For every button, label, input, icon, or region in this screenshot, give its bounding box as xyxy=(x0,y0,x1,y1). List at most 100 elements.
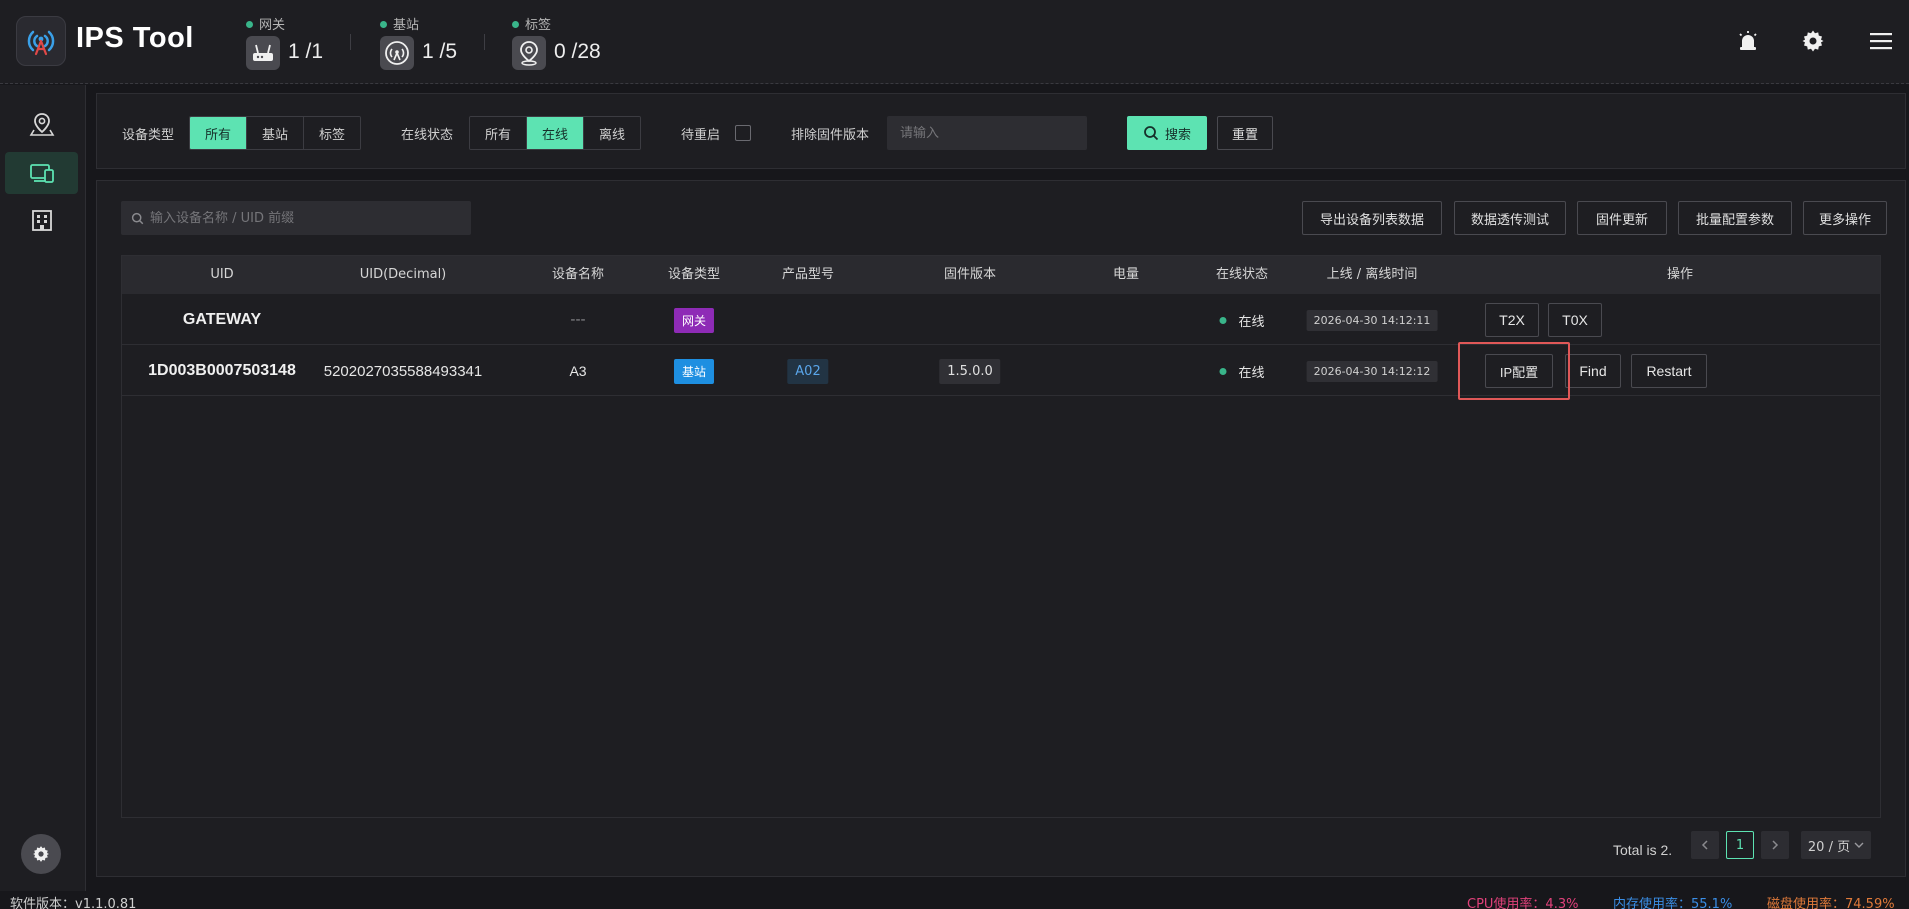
memory-usage: 内存使用率：55.1% xyxy=(1613,897,1733,909)
col-product-model[interactable]: 产品型号 xyxy=(782,256,834,294)
col-uid-decimal[interactable]: UID(Decimal) xyxy=(360,256,447,294)
data-passthrough-test-button[interactable]: 数据透传测试 xyxy=(1454,201,1566,235)
antenna-logo-icon xyxy=(27,30,55,56)
reset-button[interactable]: 重置 xyxy=(1217,116,1273,150)
col-uid[interactable]: UID xyxy=(210,256,233,294)
stat-gateway-value: 1 /1 xyxy=(288,40,324,63)
app-header: IPS Tool 网关 1 /1 基站 1 /5 标签 0 /28 xyxy=(0,0,1909,84)
cell-uid: 1D003B0007503148 xyxy=(148,362,296,379)
product-model-badge: A02 xyxy=(787,358,829,384)
col-battery[interactable]: 电量 xyxy=(1113,256,1139,294)
col-online-status[interactable]: 在线状态 xyxy=(1216,256,1268,294)
pending-restart-label: 待重启 xyxy=(681,128,721,143)
chevron-down-icon xyxy=(1854,842,1864,848)
software-version: 软件版本：v1.1.0.81 xyxy=(10,897,137,909)
device-type-badge: 基站 xyxy=(673,358,715,384)
chevron-right-icon xyxy=(1772,840,1779,850)
pagination-total: Total is 2. xyxy=(1613,842,1673,858)
page-size-select[interactable]: 20 / 页 xyxy=(1801,831,1871,859)
table-row: GATEWAY --- 网关 在线 2026-04-30 14:12:11 T2… xyxy=(122,295,1880,345)
device-type-label: 设备类型 xyxy=(122,128,175,143)
sidebar-item-map[interactable] xyxy=(5,103,78,145)
t2x-button[interactable]: T2X xyxy=(1485,303,1539,337)
device-type-selector: 所有 基站 标签 xyxy=(189,116,362,150)
sidebar-item-devices[interactable] xyxy=(5,152,78,194)
cell-device-name: --- xyxy=(570,312,586,328)
cell-device-type: 网关 xyxy=(673,295,715,345)
divider xyxy=(350,34,351,50)
more-actions-button[interactable]: 更多操作 xyxy=(1803,201,1887,235)
pending-restart-checkbox[interactable] xyxy=(735,125,751,141)
online-status-offline[interactable]: 离线 xyxy=(584,117,641,149)
search-icon xyxy=(131,212,144,224)
col-firmware-version[interactable]: 固件版本 xyxy=(944,256,996,294)
cell-device-type: 基站 xyxy=(673,346,715,396)
online-status-online[interactable]: 在线 xyxy=(527,117,585,149)
time-badge: 2026-04-30 14:12:11 xyxy=(1306,309,1438,331)
chevron-left-icon xyxy=(1701,840,1708,850)
col-device-name[interactable]: 设备名称 xyxy=(552,256,604,294)
cell-product-model: A02 xyxy=(787,346,829,396)
sidebar xyxy=(0,85,86,891)
cell-uid: GATEWAY xyxy=(182,311,262,328)
hamburger-menu-icon[interactable] xyxy=(1866,26,1896,56)
col-actions: 操作 xyxy=(1666,267,1694,282)
device-table: UID UID(Decimal) 设备名称 设备类型 产品型号 固件版本 电量 … xyxy=(121,255,1881,818)
cell-device-name: A3 xyxy=(569,363,587,379)
gear-icon xyxy=(33,846,49,862)
page-size-value: 20 / 页 xyxy=(1807,839,1851,855)
stat-tag-value: 0 /28 xyxy=(554,40,601,63)
device-type-station[interactable]: 基站 xyxy=(247,117,305,149)
search-icon xyxy=(1144,126,1159,141)
status-dot xyxy=(1219,367,1227,375)
online-status-all[interactable]: 所有 xyxy=(470,117,528,149)
status-text: 在线 xyxy=(1238,365,1265,381)
device-search xyxy=(121,201,471,235)
search-button-label: 搜索 xyxy=(1164,127,1191,143)
status-text: 在线 xyxy=(1238,314,1265,330)
device-list-panel: 导出设备列表数据 数据透传测试 固件更新 批量配置参数 更多操作 UID UID… xyxy=(96,180,1906,877)
firmware-update-button[interactable]: 固件更新 xyxy=(1577,201,1667,235)
find-button[interactable]: Find xyxy=(1565,354,1621,388)
status-bar: 软件版本：v1.1.0.81 CPU使用率：4.3% 内存使用率：55.1% 磁… xyxy=(0,891,1909,909)
alarm-light-icon[interactable] xyxy=(1733,26,1763,56)
exclude-firmware-label: 排除固件版本 xyxy=(791,128,870,143)
cell-time: 2026-04-30 14:12:11 xyxy=(1306,295,1438,345)
table-row: 1D003B0007503148 5202027035588493341 A3 … xyxy=(122,342,1880,400)
search-button[interactable]: 搜索 xyxy=(1127,116,1207,150)
gear-icon[interactable] xyxy=(1798,26,1828,56)
restart-button[interactable]: Restart xyxy=(1631,354,1707,388)
status-dot xyxy=(1219,316,1227,324)
batch-config-button[interactable]: 批量配置参数 xyxy=(1678,201,1792,235)
device-type-all[interactable]: 所有 xyxy=(190,117,248,149)
stat-base-station-value: 1 /5 xyxy=(422,40,458,63)
time-badge: 2026-04-30 14:12:12 xyxy=(1306,360,1438,382)
device-search-input[interactable] xyxy=(150,210,460,226)
sidebar-item-building[interactable] xyxy=(5,199,78,241)
export-device-list-button[interactable]: 导出设备列表数据 xyxy=(1302,201,1442,235)
device-type-tag[interactable]: 标签 xyxy=(304,117,361,149)
stat-gateway-label: 网关 xyxy=(246,14,285,33)
prev-page-button[interactable] xyxy=(1691,831,1719,859)
filter-panel: 设备类型 所有 基站 标签 在线状态 所有 在线 离线 待重启 排除固件版本 搜… xyxy=(96,93,1906,169)
antenna-icon xyxy=(380,36,414,70)
disk-usage: 磁盘使用率：74.59% xyxy=(1767,897,1895,909)
sidebar-settings-button[interactable] xyxy=(21,834,61,874)
stat-tag-label: 标签 xyxy=(512,14,551,33)
device-type-badge: 网关 xyxy=(673,307,715,333)
page-number-button[interactable]: 1 xyxy=(1726,831,1754,859)
cell-firmware-version: 1.5.0.0 xyxy=(939,346,1001,396)
firmware-version-badge: 1.5.0.0 xyxy=(939,358,1001,384)
t0x-button[interactable]: T0X xyxy=(1548,303,1602,337)
router-icon xyxy=(246,36,280,70)
exclude-firmware-input[interactable] xyxy=(887,116,1087,150)
col-online-offline-time[interactable]: 上线 / 离线时间 xyxy=(1327,256,1418,294)
next-page-button[interactable] xyxy=(1761,831,1789,859)
ip-config-button[interactable]: IP配置 xyxy=(1485,354,1553,388)
location-pin-icon xyxy=(512,36,546,70)
map-pin-icon xyxy=(29,113,54,136)
cell-online-status: 在线 xyxy=(1219,346,1265,396)
divider xyxy=(484,34,485,50)
col-device-type[interactable]: 设备类型 xyxy=(668,256,720,294)
devices-icon xyxy=(29,164,54,183)
